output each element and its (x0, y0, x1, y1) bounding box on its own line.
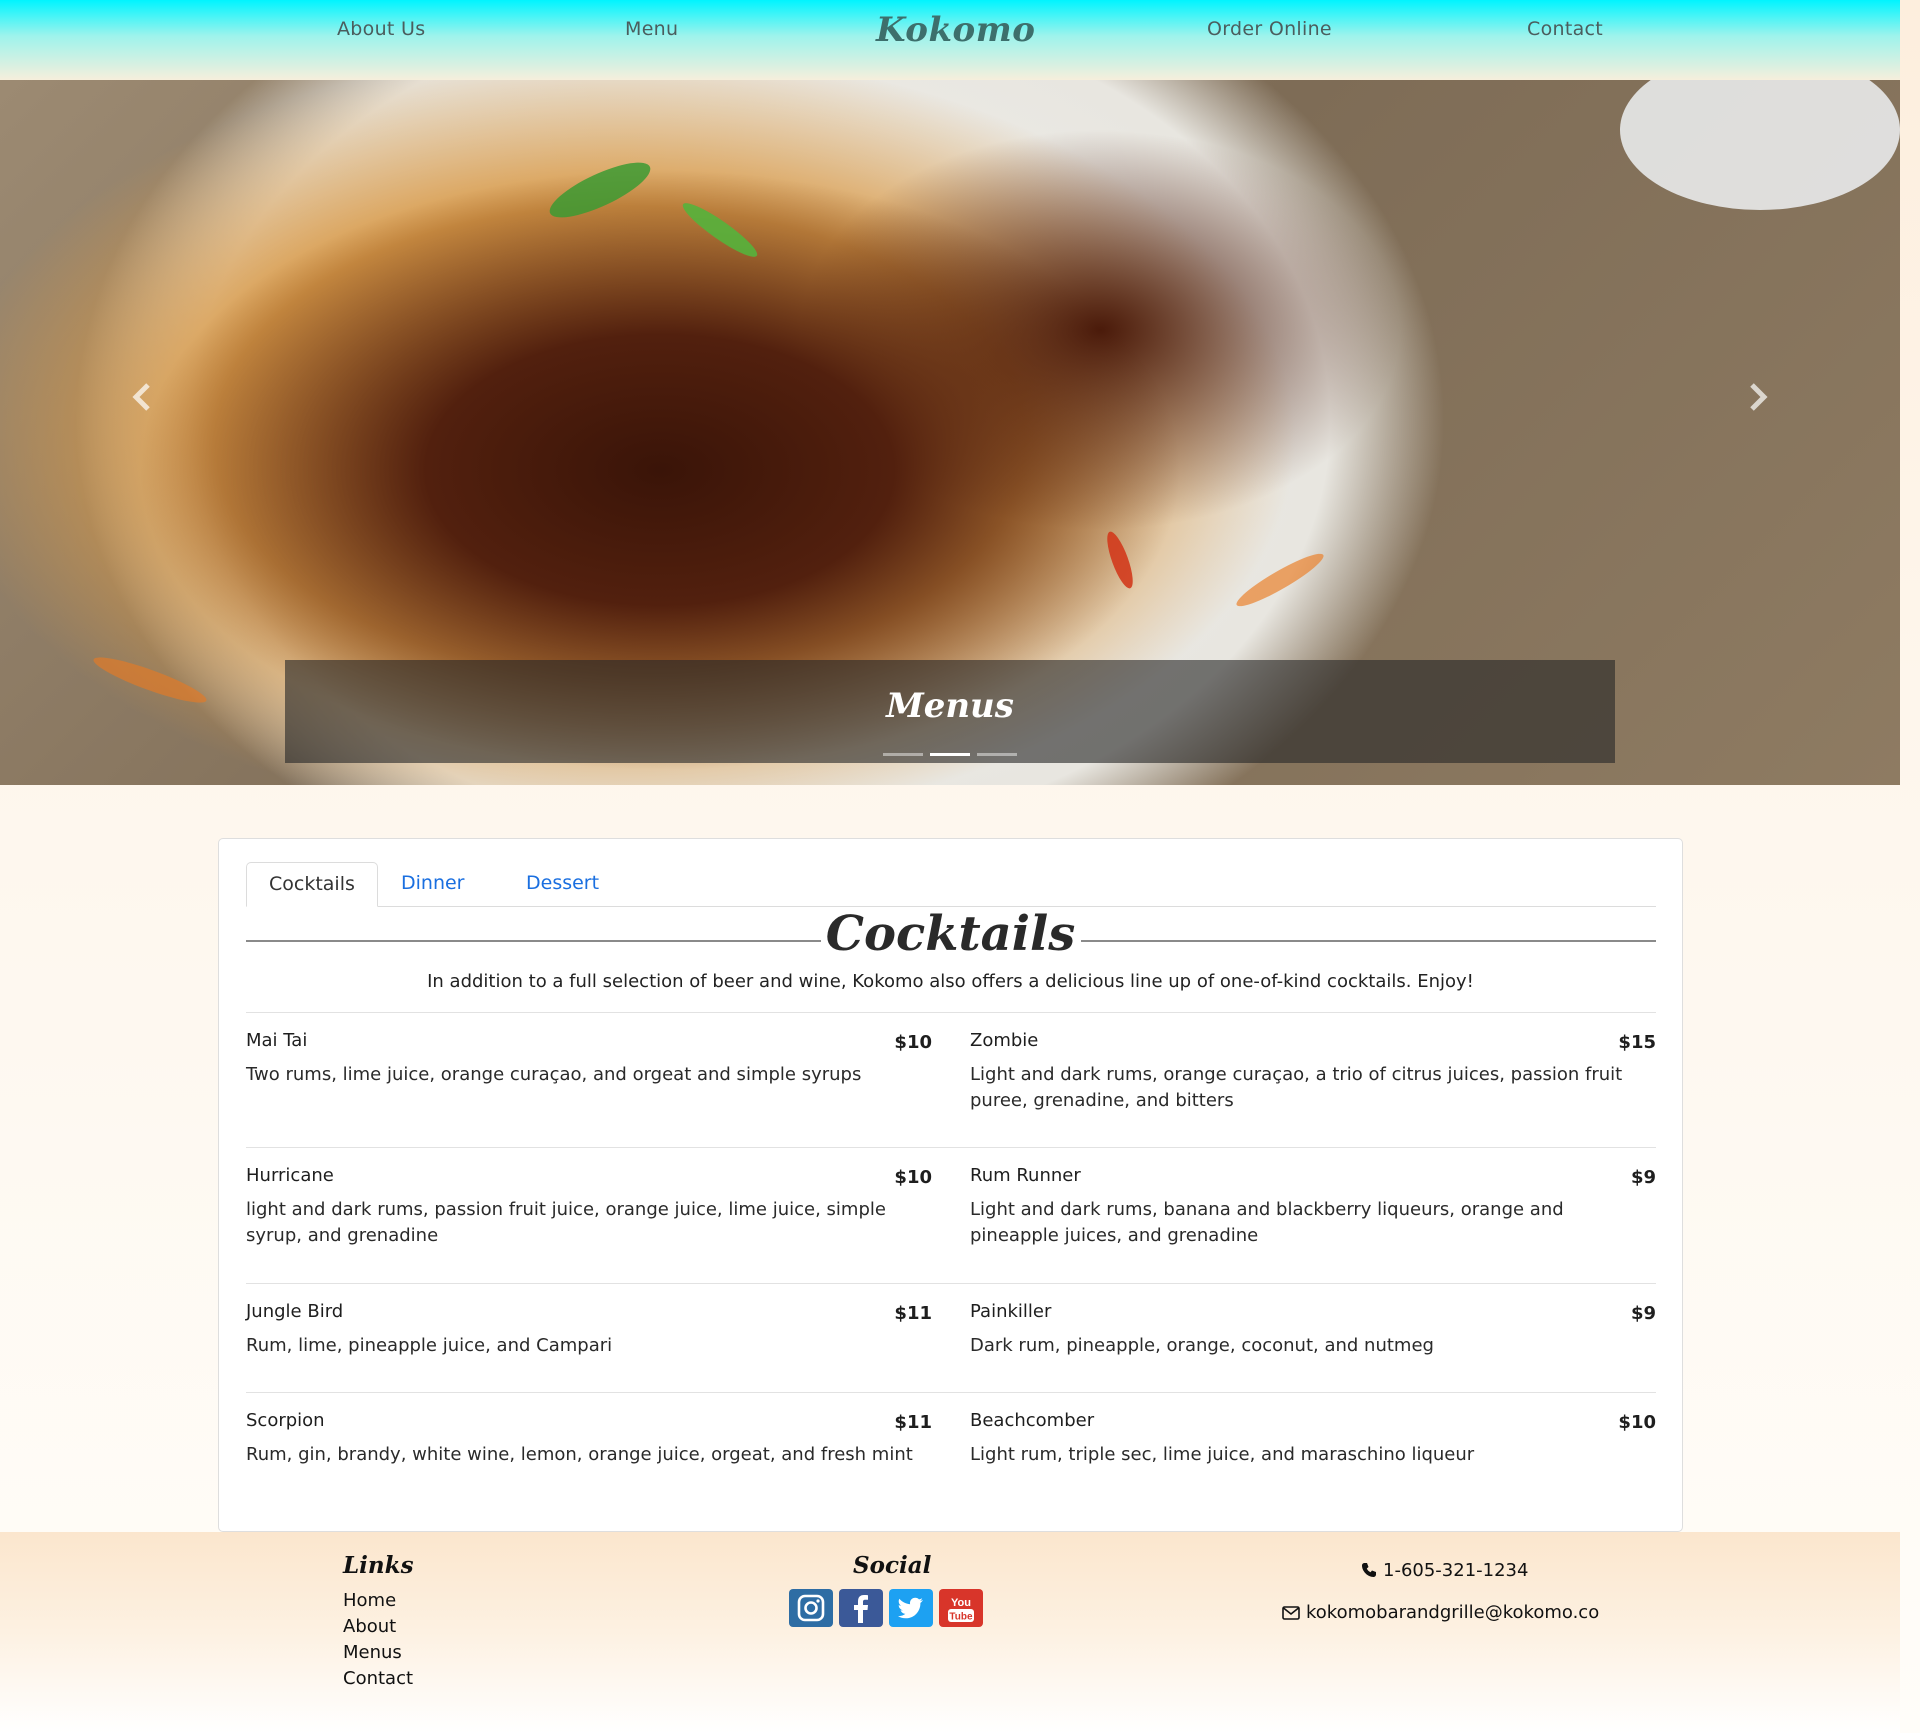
menu-item-description: Light and dark rums, orange curaçao, a t… (970, 1064, 1623, 1111)
tab-cocktails[interactable]: Cocktails (246, 862, 378, 907)
menu-intro-text: In addition to a full selection of beer … (427, 971, 1474, 992)
carousel-caption: Menus (285, 660, 1615, 763)
menu-item-price: $10 (894, 1032, 932, 1053)
row-divider (246, 1147, 1656, 1148)
twitter-icon[interactable] (889, 1589, 933, 1627)
nav-about-us-link[interactable]: About Us (337, 18, 425, 40)
youtube-label-bottom: Tube (949, 1612, 973, 1623)
envelope-icon (1282, 1606, 1300, 1620)
carousel-next-button[interactable] (1738, 376, 1778, 422)
instagram-icon[interactable] (789, 1589, 833, 1627)
youtube-icon[interactable]: You Tube (939, 1589, 983, 1627)
menu-item-price: $9 (1630, 1303, 1656, 1324)
menu-item-description: Light and dark rums, banana and blackber… (970, 1199, 1564, 1246)
chevron-left-icon (132, 383, 150, 411)
menu-item-name: Jungle Bird (246, 1301, 344, 1322)
footer: Links Home About Menus Contact Social Yo… (0, 1532, 1900, 1733)
menu-item-description: Rum, lime, pineapple juice, and Campari (246, 1335, 613, 1356)
facebook-icon[interactable] (839, 1589, 883, 1627)
menu-item-price: $10 (894, 1167, 932, 1188)
menu-item-description: Dark rum, pineapple, orange, coconut, an… (970, 1335, 1434, 1356)
brand-logo[interactable]: Kokomo (876, 10, 1035, 50)
carousel-caption-title: Menus (886, 686, 1014, 726)
menu-item-description: Rum, gin, brandy, white wine, lemon, ora… (246, 1444, 913, 1465)
section-title: Cocktails (825, 906, 1076, 962)
footer-phone-text: 1-605-321-1234 (1383, 1560, 1529, 1581)
footer-link-menus[interactable]: Menus (343, 1642, 402, 1663)
carousel-prev-button[interactable] (122, 376, 162, 422)
menu-item-description: light and dark rums, passion fruit juice… (246, 1199, 886, 1246)
menu-item-name: Zombie (970, 1030, 1039, 1051)
footer-phone[interactable]: 1-605-321-1234 (1361, 1560, 1528, 1581)
footer-link-about[interactable]: About (343, 1616, 396, 1637)
footer-email-text: kokomobarandgrille@kokomo.co (1306, 1602, 1600, 1623)
menu-item-name: Mai Tai (246, 1030, 308, 1051)
menu-item-price: $11 (894, 1303, 932, 1324)
footer-link-contact[interactable]: Contact (343, 1668, 413, 1689)
menu-item-description: Two rums, lime juice, orange curaçao, an… (246, 1064, 862, 1085)
menu-item-description: Light rum, triple sec, lime juice, and m… (970, 1444, 1475, 1465)
menu-item-name: Beachcomber (970, 1410, 1095, 1431)
chevron-right-icon (1750, 383, 1768, 411)
row-divider (246, 1392, 1656, 1393)
top-navbar: About Us Menu Kokomo Order Online Contac… (0, 0, 1900, 80)
footer-email[interactable]: kokomobarandgrille@kokomo.co (1282, 1602, 1599, 1623)
carousel-indicator-3[interactable] (977, 753, 1017, 756)
phone-icon (1362, 1563, 1376, 1577)
footer-links-heading: Links (343, 1552, 414, 1579)
nav-contact-link[interactable]: Contact (1527, 18, 1603, 40)
menu-item-price: $10 (1618, 1412, 1656, 1433)
menu-item-name: Hurricane (246, 1165, 334, 1186)
footer-link-home[interactable]: Home (343, 1590, 396, 1611)
menu-card: Cocktails Dinner Dessert Cocktails In ad… (218, 838, 1683, 1532)
carousel-indicator-2[interactable] (930, 753, 970, 756)
tab-dinner[interactable]: Dinner (379, 862, 487, 907)
row-divider (246, 1283, 1656, 1284)
menu-item-price: $9 (1630, 1167, 1656, 1188)
nav-order-online-link[interactable]: Order Online (1207, 18, 1332, 40)
hero-carousel: Menus (0, 80, 1900, 785)
footer-social-heading: Social (853, 1552, 932, 1579)
carousel-indicator-1[interactable] (883, 753, 923, 756)
tab-dessert[interactable]: Dessert (504, 862, 621, 907)
menu-item-name: Painkiller (970, 1301, 1052, 1322)
row-divider (246, 1012, 1656, 1013)
menu-item-name: Scorpion (246, 1410, 325, 1431)
menu-item-price: $11 (894, 1412, 932, 1433)
menu-item-name: Rum Runner (970, 1165, 1081, 1186)
menu-item-price: $15 (1618, 1032, 1656, 1053)
nav-menu-link[interactable]: Menu (625, 18, 678, 40)
youtube-label-top: You (951, 1597, 971, 1609)
